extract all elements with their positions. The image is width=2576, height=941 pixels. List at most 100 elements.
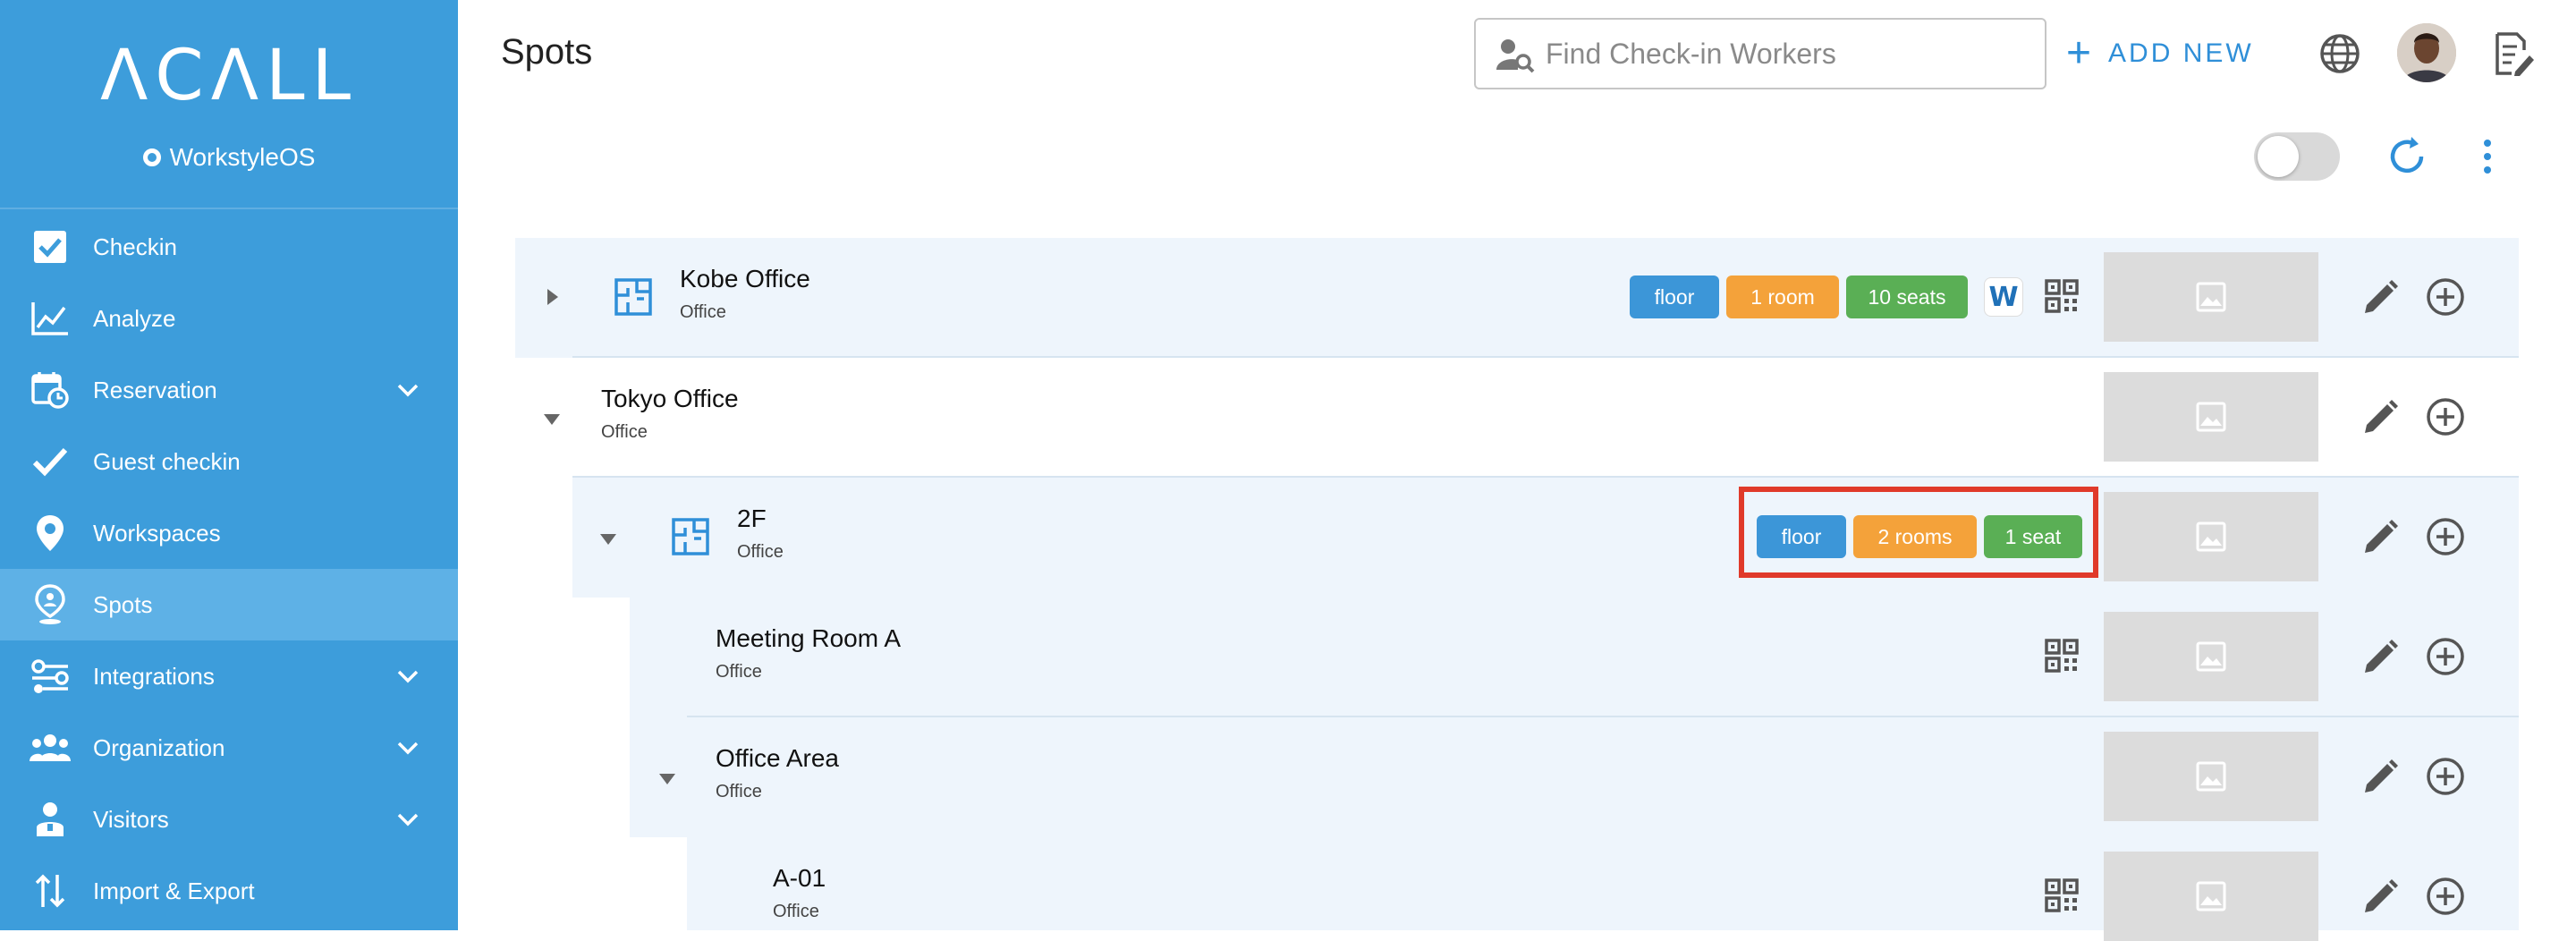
sidebar-item-label: Spots [93, 590, 153, 618]
row-title: Tokyo Office [601, 385, 739, 412]
sidebar-item-label: Workspaces [93, 519, 221, 547]
page-title: Spots [501, 32, 593, 72]
sidebar: ΛCΛLL WorkstyleOS Checkin Analyze Reserv… [0, 0, 458, 930]
edit-pencil-icon[interactable] [2361, 759, 2399, 796]
chevron-down-icon[interactable] [392, 803, 424, 835]
sidebar-item-label: Organization [93, 733, 225, 761]
acall-logo[interactable]: ΛCΛLL [0, 36, 458, 116]
sidebar-item-guest-checkin[interactable]: Guest checkin [0, 426, 458, 497]
caret-down-icon[interactable] [596, 526, 621, 551]
people-group-icon [29, 726, 72, 769]
location-person-icon [29, 583, 72, 626]
caret-down-icon[interactable] [655, 766, 680, 791]
document-edit-icon[interactable] [2492, 30, 2535, 77]
avatar-photo [2397, 23, 2456, 82]
add-child-circle-icon[interactable] [2426, 757, 2465, 796]
sidebar-item-reservation[interactable]: Reservation [0, 354, 458, 426]
add-new-label: ADD NEW [2108, 38, 2254, 68]
tag-rooms: 1 room [1726, 276, 1839, 318]
sidebar-item-integrations[interactable]: Integrations [0, 640, 458, 712]
calendar-clock-icon [29, 369, 72, 411]
plus-icon: + [2066, 30, 2095, 77]
tag-floor: floor [1630, 276, 1719, 318]
qr-code-icon[interactable] [2045, 639, 2079, 673]
edit-pencil-icon[interactable] [2361, 639, 2399, 676]
add-child-circle-icon[interactable] [2426, 397, 2465, 437]
row-title: Meeting Room A [716, 624, 901, 652]
workstyleos-logo: WorkstyleOS [0, 143, 458, 172]
sidebar-item-label: Checkin [93, 233, 177, 260]
row-subtitle: Office [601, 422, 648, 442]
refresh-icon[interactable] [2385, 134, 2429, 179]
toggle-knob [2258, 136, 2299, 177]
sidebar-item-label: Visitors [93, 805, 169, 833]
caret-down-icon[interactable] [539, 406, 564, 431]
checkmark-icon [29, 440, 72, 483]
spot-image-placeholder[interactable] [2104, 252, 2318, 342]
sidebar-item-organization[interactable]: Organization [0, 712, 458, 784]
row-divider [572, 356, 2519, 358]
search-input[interactable] [1546, 20, 2029, 88]
chevron-down-icon[interactable] [392, 374, 424, 406]
spot-image-placeholder[interactable] [2104, 492, 2318, 581]
import-export-icon [29, 869, 72, 912]
sidebar-item-workspaces[interactable]: Workspaces [0, 497, 458, 569]
row-subtitle: Office [680, 302, 726, 322]
floor-plan-icon [672, 518, 709, 555]
highlight-annotation-box [1739, 487, 2098, 578]
add-child-circle-icon[interactable] [2426, 517, 2465, 556]
integrations-icon [29, 655, 72, 698]
workstyleos-label: WorkstyleOS [169, 143, 316, 171]
qr-code-icon[interactable] [2045, 878, 2079, 912]
sidebar-item-visitors[interactable]: Visitors [0, 784, 458, 855]
edit-pencil-icon[interactable] [2361, 399, 2399, 437]
sidebar-item-label: Analyze [93, 304, 176, 332]
sidebar-item-label: Import & Export [93, 877, 255, 904]
more-options-icon[interactable] [2474, 134, 2501, 179]
image-icon [2196, 881, 2226, 911]
person-search-icon [1496, 39, 1535, 73]
visitor-badge-icon [29, 798, 72, 841]
row-subtitle: Office [737, 542, 784, 562]
sidebar-item-import-export[interactable]: Import & Export [0, 855, 458, 927]
row-title: A-01 [773, 864, 826, 892]
row-subtitle: Office [773, 902, 819, 921]
add-child-circle-icon[interactable] [2426, 637, 2465, 676]
edit-pencil-icon[interactable] [2361, 878, 2399, 916]
sidebar-item-analyze[interactable]: Analyze [0, 283, 458, 354]
image-icon [2196, 641, 2226, 672]
spot-image-placeholder[interactable] [2104, 372, 2318, 462]
sidebar-item-label: Guest checkin [93, 447, 241, 475]
add-new-button[interactable]: + ADD NEW [2066, 27, 2254, 81]
spot-image-placeholder[interactable] [2104, 732, 2318, 821]
edit-pencil-icon[interactable] [2361, 279, 2399, 317]
row-subtitle: Office [716, 662, 762, 682]
sidebar-item-label: Reservation [93, 376, 217, 403]
workstyleos-ring-icon [142, 148, 161, 166]
qr-code-icon[interactable] [2045, 279, 2079, 313]
search-box[interactable] [1474, 18, 2046, 89]
sidebar-item-spots[interactable]: Spots [0, 569, 458, 640]
map-pin-icon [29, 512, 72, 555]
caret-right-icon[interactable] [539, 284, 564, 309]
spot-image-placeholder[interactable] [2104, 612, 2318, 701]
add-child-circle-icon[interactable] [2426, 277, 2465, 317]
chevron-down-icon[interactable] [392, 660, 424, 692]
workplace-w-icon[interactable]: W [1984, 277, 2023, 317]
row-title: Kobe Office [680, 265, 810, 292]
row-title: Office Area [716, 744, 840, 772]
row-subtitle: Office [716, 782, 762, 801]
add-child-circle-icon[interactable] [2426, 877, 2465, 916]
image-icon [2196, 761, 2226, 792]
checkbox-icon [29, 225, 72, 268]
line-chart-icon [29, 297, 72, 340]
sidebar-item-checkin[interactable]: Checkin [0, 211, 458, 283]
spot-image-placeholder[interactable] [2104, 852, 2318, 941]
chevron-down-icon[interactable] [392, 732, 424, 764]
image-icon [2196, 282, 2226, 312]
edit-pencil-icon[interactable] [2361, 519, 2399, 556]
view-toggle-switch[interactable] [2254, 132, 2340, 181]
image-icon [2196, 521, 2226, 552]
globe-icon[interactable] [2318, 32, 2361, 75]
user-avatar[interactable] [2397, 23, 2456, 82]
